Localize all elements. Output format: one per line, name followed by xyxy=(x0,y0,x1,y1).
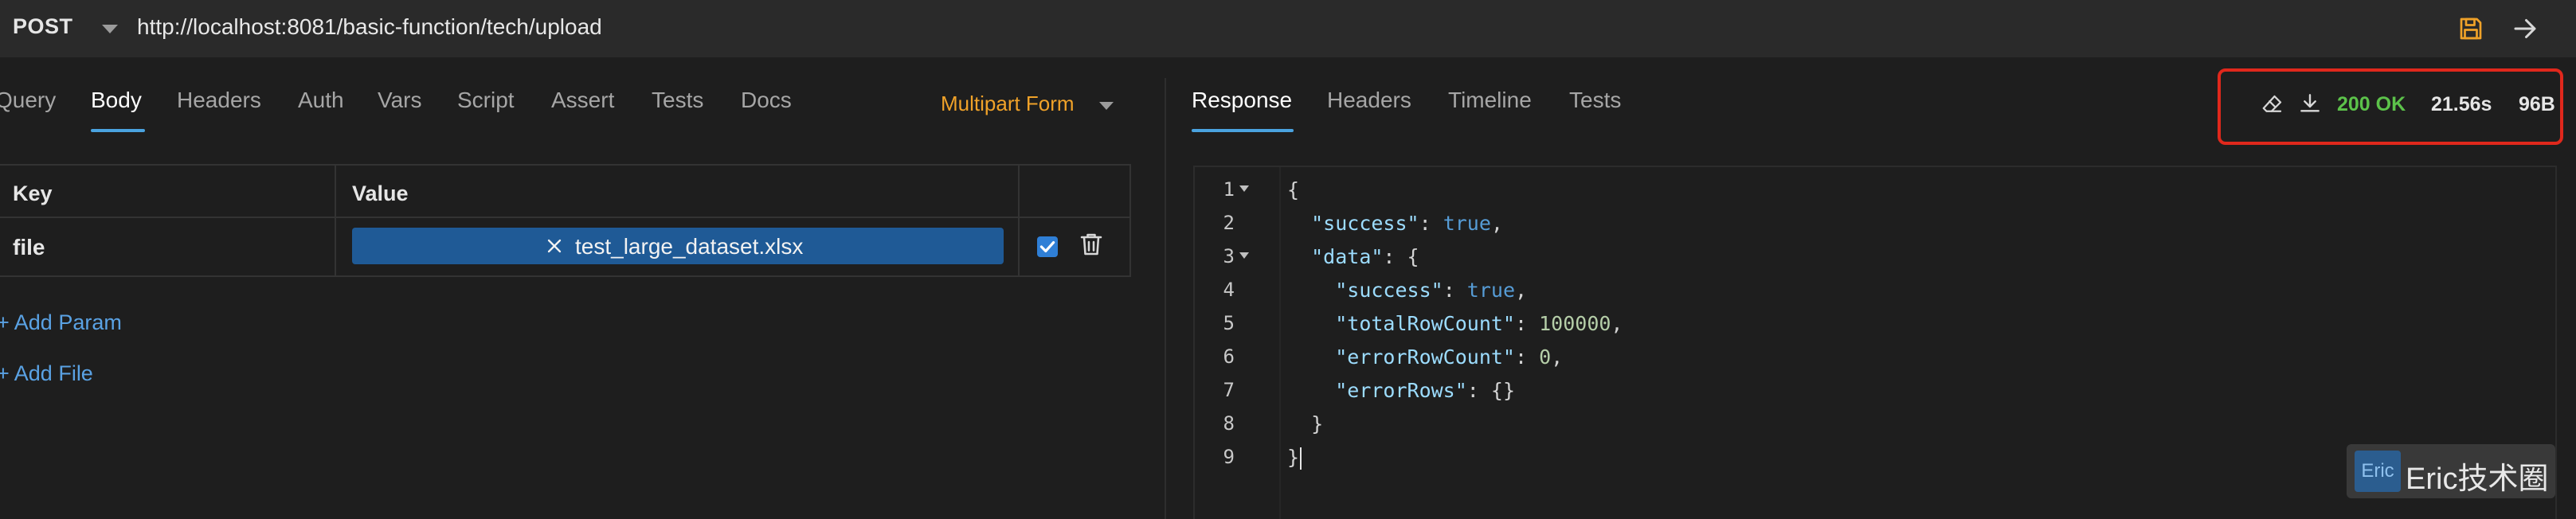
line-number: 9 xyxy=(1223,446,1235,468)
tab-timeline[interactable]: Timeline xyxy=(1448,88,1532,113)
code-text: } xyxy=(1287,412,1324,435)
fold-arrow-icon[interactable] xyxy=(1239,252,1249,259)
url-bar: POST http://localhost:8081/basic-functio… xyxy=(0,0,2576,57)
json-key: "errorRows" xyxy=(1335,379,1467,402)
status-code: 200 OK xyxy=(2337,93,2406,115)
code-text: "data": { xyxy=(1311,245,1419,268)
json-key: "success" xyxy=(1311,212,1419,235)
tab-body[interactable]: Body xyxy=(91,88,142,113)
code-line: 8 } xyxy=(0,409,2576,441)
tab-vars[interactable]: Vars xyxy=(378,88,422,113)
response-size: 96B xyxy=(2519,93,2555,115)
response-time: 21.56s xyxy=(2431,93,2492,115)
json-key: "success" xyxy=(1335,279,1443,302)
send-arrow-icon[interactable] xyxy=(2511,14,2539,43)
json-value: {} xyxy=(1490,379,1516,402)
code-line: 1 { xyxy=(0,175,2576,207)
active-tab-indicator xyxy=(1192,129,1294,132)
code-text: "success": true, xyxy=(1335,279,1528,302)
url-input[interactable]: http://localhost:8081/basic-function/tec… xyxy=(137,14,602,40)
code-text: { xyxy=(1287,178,1300,201)
code-text: "errorRows": {} xyxy=(1335,379,1516,402)
watermark-text: Eric技术圈 xyxy=(2406,462,2549,496)
json-value: true xyxy=(1443,212,1491,235)
code-line: 9 } xyxy=(0,443,2576,474)
line-number: 6 xyxy=(1223,345,1235,368)
json-key: "totalRowCount" xyxy=(1335,312,1515,335)
chevron-down-icon[interactable] xyxy=(1099,102,1114,110)
code-text: "totalRowCount": 100000, xyxy=(1335,312,1623,335)
code-line: 4 "success": true, xyxy=(0,275,2576,307)
code-text: "success": true, xyxy=(1311,212,1503,235)
save-icon[interactable] xyxy=(2457,14,2485,43)
code-text: "errorRowCount": 0, xyxy=(1335,345,1564,369)
json-value: 100000 xyxy=(1539,312,1611,335)
line-number: 7 xyxy=(1223,379,1235,401)
line-number: 1 xyxy=(1223,178,1235,201)
tab-auth[interactable]: Auth xyxy=(298,88,344,113)
method-select[interactable]: POST xyxy=(13,14,73,39)
json-key: "data" xyxy=(1311,245,1384,268)
line-number: 5 xyxy=(1223,312,1235,334)
tab-headers[interactable]: Headers xyxy=(177,88,261,113)
tab-response-tests[interactable]: Tests xyxy=(1569,88,1621,113)
line-number: 4 xyxy=(1223,279,1235,301)
json-value: 0 xyxy=(1539,345,1552,369)
body-mode-select[interactable]: Multipart Form xyxy=(941,92,1075,116)
line-number: 2 xyxy=(1223,212,1235,234)
tab-docs[interactable]: Docs xyxy=(741,88,792,113)
tab-query[interactable]: Query xyxy=(0,88,56,113)
tab-script[interactable]: Script xyxy=(457,88,515,113)
json-value: true xyxy=(1466,279,1516,302)
code-line: 3 "data": { xyxy=(0,242,2576,274)
code-line: 6 "errorRowCount": 0, xyxy=(0,342,2576,374)
chevron-down-icon[interactable] xyxy=(102,25,118,33)
code-line: 7 "errorRows": {} xyxy=(0,376,2576,408)
eraser-icon[interactable] xyxy=(2261,92,2284,116)
code-line: 2 "success": true, xyxy=(0,209,2576,240)
tab-response-headers[interactable]: Headers xyxy=(1327,88,1411,113)
code-text: } xyxy=(1287,446,1302,470)
watermark-logo: Eric xyxy=(2355,451,2401,492)
text-cursor xyxy=(1300,447,1302,470)
tab-assert[interactable]: Assert xyxy=(551,88,614,113)
active-tab-indicator xyxy=(91,129,145,132)
fold-arrow-icon[interactable] xyxy=(1239,185,1249,192)
download-icon[interactable] xyxy=(2297,91,2323,116)
json-key: "errorRowCount" xyxy=(1335,345,1515,369)
line-number: 8 xyxy=(1223,412,1235,435)
tab-response[interactable]: Response xyxy=(1192,88,1292,113)
line-number: 3 xyxy=(1223,245,1235,267)
code-line: 5 "totalRowCount": 100000, xyxy=(0,309,2576,341)
tab-tests[interactable]: Tests xyxy=(652,88,703,113)
